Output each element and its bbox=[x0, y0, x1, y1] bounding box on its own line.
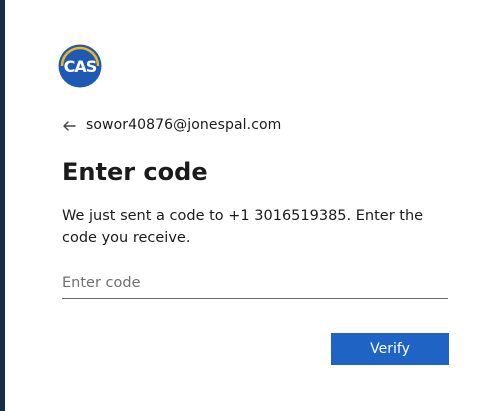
identity-banner[interactable]: sowor40876@jonespal.com bbox=[62, 114, 281, 136]
code-sent-description: We just sent a code to +1 3016519385. En… bbox=[62, 208, 424, 246]
page-title: Enter code bbox=[62, 158, 208, 186]
code-input[interactable] bbox=[62, 268, 448, 299]
identity-email: sowor40876@jonespal.com bbox=[86, 117, 282, 133]
cas-logo-icon: CAS bbox=[58, 44, 102, 88]
sign-in-card: CAS sowor40876@jonespal.com Enter code W… bbox=[5, 0, 490, 411]
verify-button[interactable]: Verify bbox=[331, 333, 449, 365]
svg-text:CAS: CAS bbox=[64, 57, 97, 76]
back-arrow-icon[interactable] bbox=[62, 118, 76, 132]
